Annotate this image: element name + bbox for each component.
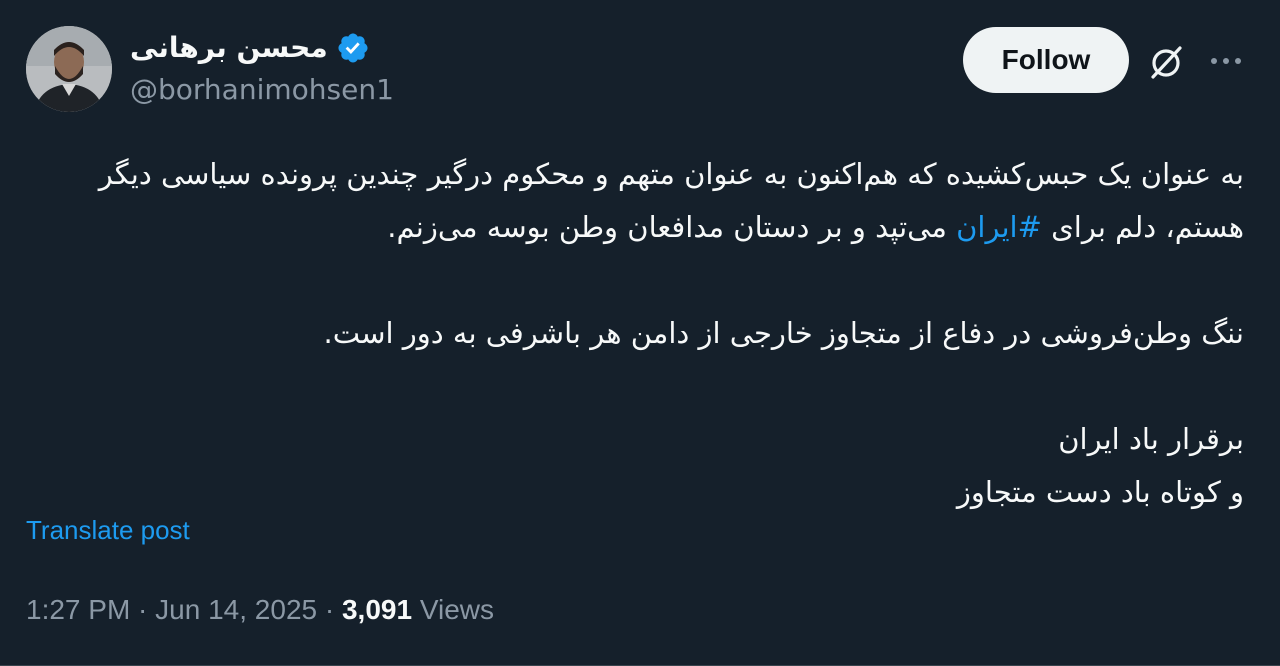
tweet-paragraph-3-line-2: و کوتاه باد دست متجاوز — [956, 475, 1244, 509]
meta-separator: · — [130, 594, 156, 625]
tweet-paragraph-1-end: می‌تپد و بر دستان مدافعان وطن بوسه می‌زن… — [387, 210, 957, 244]
tweet-paragraph-2: ننگ وطن‌فروشی در دفاع از متجاوز خارجی از… — [323, 316, 1245, 350]
author-name-row: محسن برهانی — [130, 30, 370, 66]
verified-badge-icon — [338, 33, 368, 63]
post-meta: 1:27 PM · Jun 14, 2025 · 3,091 Views — [26, 590, 494, 630]
author-display-name[interactable]: محسن برهانی — [130, 30, 328, 66]
tweet-text: به عنوان یک حبس‌کشیده که هم‌اکنون به عنو… — [24, 148, 1244, 519]
post-date[interactable]: Jun 14, 2025 — [155, 594, 317, 625]
tweet-post: محسن برهانی @borhanimohsen1 Follow به عن… — [0, 0, 1280, 666]
avatar[interactable] — [26, 26, 112, 112]
views-label: Views — [419, 594, 495, 625]
avatar-image — [26, 26, 112, 112]
follow-button[interactable]: Follow — [963, 27, 1129, 93]
meta-separator: · — [317, 594, 342, 625]
more-options-icon[interactable] — [1206, 44, 1246, 78]
views-count: 3,091 — [341, 594, 413, 625]
translate-post-link[interactable]: Translate post — [26, 512, 190, 548]
tweet-paragraph-3-line-1: برقرار باد ایران — [1058, 422, 1244, 456]
tweet-paragraph-1: به عنوان یک حبس‌کشیده که هم‌اکنون به عنو… — [24, 148, 1244, 254]
hashtag-link[interactable]: #ایران — [956, 210, 1042, 244]
post-time[interactable]: 1:27 PM — [26, 594, 130, 625]
author-handle[interactable]: @borhanimohsen1 — [130, 72, 394, 108]
grok-icon[interactable] — [1146, 42, 1186, 82]
